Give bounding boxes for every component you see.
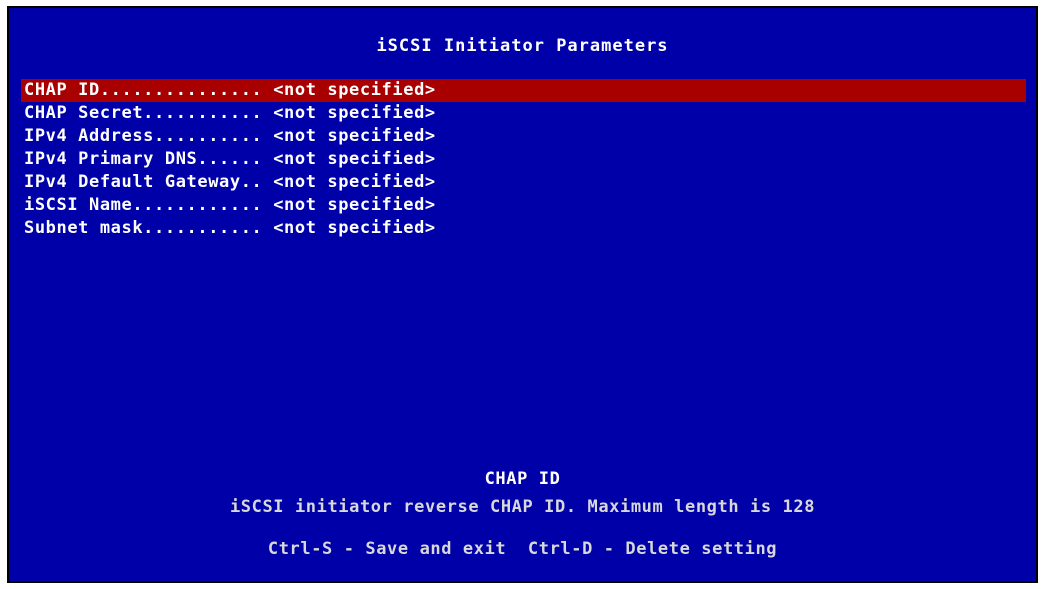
screen-title: iSCSI Initiator Parameters (376, 36, 669, 56)
param-name: CHAP ID............... (24, 80, 263, 100)
param-value: <not specified> (262, 80, 436, 100)
param-row-iscsi-name[interactable]: iSCSI Name............ <not specified> (21, 194, 1026, 217)
param-value: <not specified> (262, 126, 436, 146)
key-hints: Ctrl-S - Save and exit Ctrl-D - Delete s… (267, 539, 778, 559)
bios-screen: iSCSI Initiator Parameters CHAP ID......… (7, 6, 1038, 583)
param-row-subnet-mask[interactable]: Subnet mask........... <not specified> (21, 217, 1026, 240)
param-row-ipv4-default-gateway[interactable]: IPv4 Default Gateway.. <not specified> (21, 171, 1026, 194)
param-row-chap-secret[interactable]: CHAP Secret........... <not specified> (21, 102, 1026, 125)
param-row-ipv4-primary-dns[interactable]: IPv4 Primary DNS...... <not specified> (21, 148, 1026, 171)
param-name: iSCSI Name............ (24, 195, 263, 215)
param-value: <not specified> (262, 149, 436, 169)
param-name: IPv4 Primary DNS...... (24, 149, 263, 169)
param-name: IPv4 Default Gateway.. (24, 172, 263, 192)
parameter-list: CHAP ID............... <not specified> C… (21, 79, 1026, 240)
help-description: iSCSI initiator reverse CHAP ID. Maximum… (229, 497, 816, 517)
param-name: CHAP Secret........... (24, 103, 263, 123)
param-name: Subnet mask........... (24, 218, 263, 238)
param-row-chap-id[interactable]: CHAP ID............... <not specified> (21, 79, 1026, 102)
param-value: <not specified> (262, 195, 436, 215)
param-value: <not specified> (262, 103, 436, 123)
param-name: IPv4 Address.......... (24, 126, 263, 146)
help-title: CHAP ID (484, 469, 561, 489)
param-value: <not specified> (262, 218, 436, 238)
param-value: <not specified> (262, 172, 436, 192)
param-row-ipv4-address[interactable]: IPv4 Address.......... <not specified> (21, 125, 1026, 148)
